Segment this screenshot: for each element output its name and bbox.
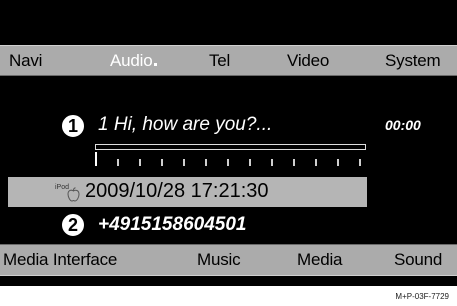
tab-audio[interactable]: Audio [110, 46, 158, 75]
scale-tick [95, 152, 97, 166]
active-indicator [154, 63, 158, 66]
figure-caption: M+P-03F-7729 [395, 292, 449, 301]
tab-label: Navi [9, 50, 43, 70]
submenu-label: Media [297, 250, 343, 269]
scale-tick [139, 159, 141, 166]
scale-tick [161, 159, 163, 166]
tab-system[interactable]: System [385, 46, 441, 75]
scale-tick [117, 159, 119, 166]
track-title[interactable]: 1 Hi, how are you?... [98, 114, 272, 136]
scale-tick [205, 159, 207, 166]
scale-tick [359, 159, 361, 166]
tab-label: Tel [209, 50, 231, 70]
tab-label: Video [287, 50, 330, 70]
display-screen: Navi Audio Tel Video System 1 1 Hi, how … [0, 0, 457, 286]
tab-label: Audio [110, 50, 153, 70]
callout-marker-2: 2 [60, 212, 86, 238]
scale-tick [337, 159, 339, 166]
callout-marker-1: 1 [60, 113, 86, 139]
date-time: 2009/10/28 17:21:30 [85, 180, 269, 202]
submenu-music[interactable]: Music [197, 245, 241, 275]
submenu-sound[interactable]: Sound [394, 245, 442, 275]
scale-tick [183, 159, 185, 166]
track-progress-bar [95, 144, 366, 150]
tab-tel[interactable]: Tel [209, 46, 230, 75]
submenu-label: Music [197, 250, 241, 269]
submenu-media[interactable]: Media [297, 245, 343, 275]
submenu-bar: Media Interface Music Media Sound [0, 244, 457, 276]
main-function-bar: Navi Audio Tel Video System [0, 45, 457, 76]
submenu-label: Sound [394, 250, 443, 269]
tab-video[interactable]: Video [287, 46, 329, 75]
apple-icon [67, 187, 80, 207]
scale-tick [249, 159, 251, 166]
progress-scale [95, 152, 366, 166]
tab-navi[interactable]: Navi [9, 46, 42, 75]
scale-tick [271, 159, 273, 166]
playback-time: 00:00 [385, 117, 421, 133]
submenu-media-interface[interactable]: Media Interface [3, 245, 117, 275]
scale-tick [315, 159, 317, 166]
scale-tick [293, 159, 295, 166]
tab-label: System [385, 50, 441, 70]
phone-number[interactable]: +4915158604501 [98, 214, 246, 236]
scale-tick [227, 159, 229, 166]
submenu-label: Media Interface [3, 250, 118, 269]
